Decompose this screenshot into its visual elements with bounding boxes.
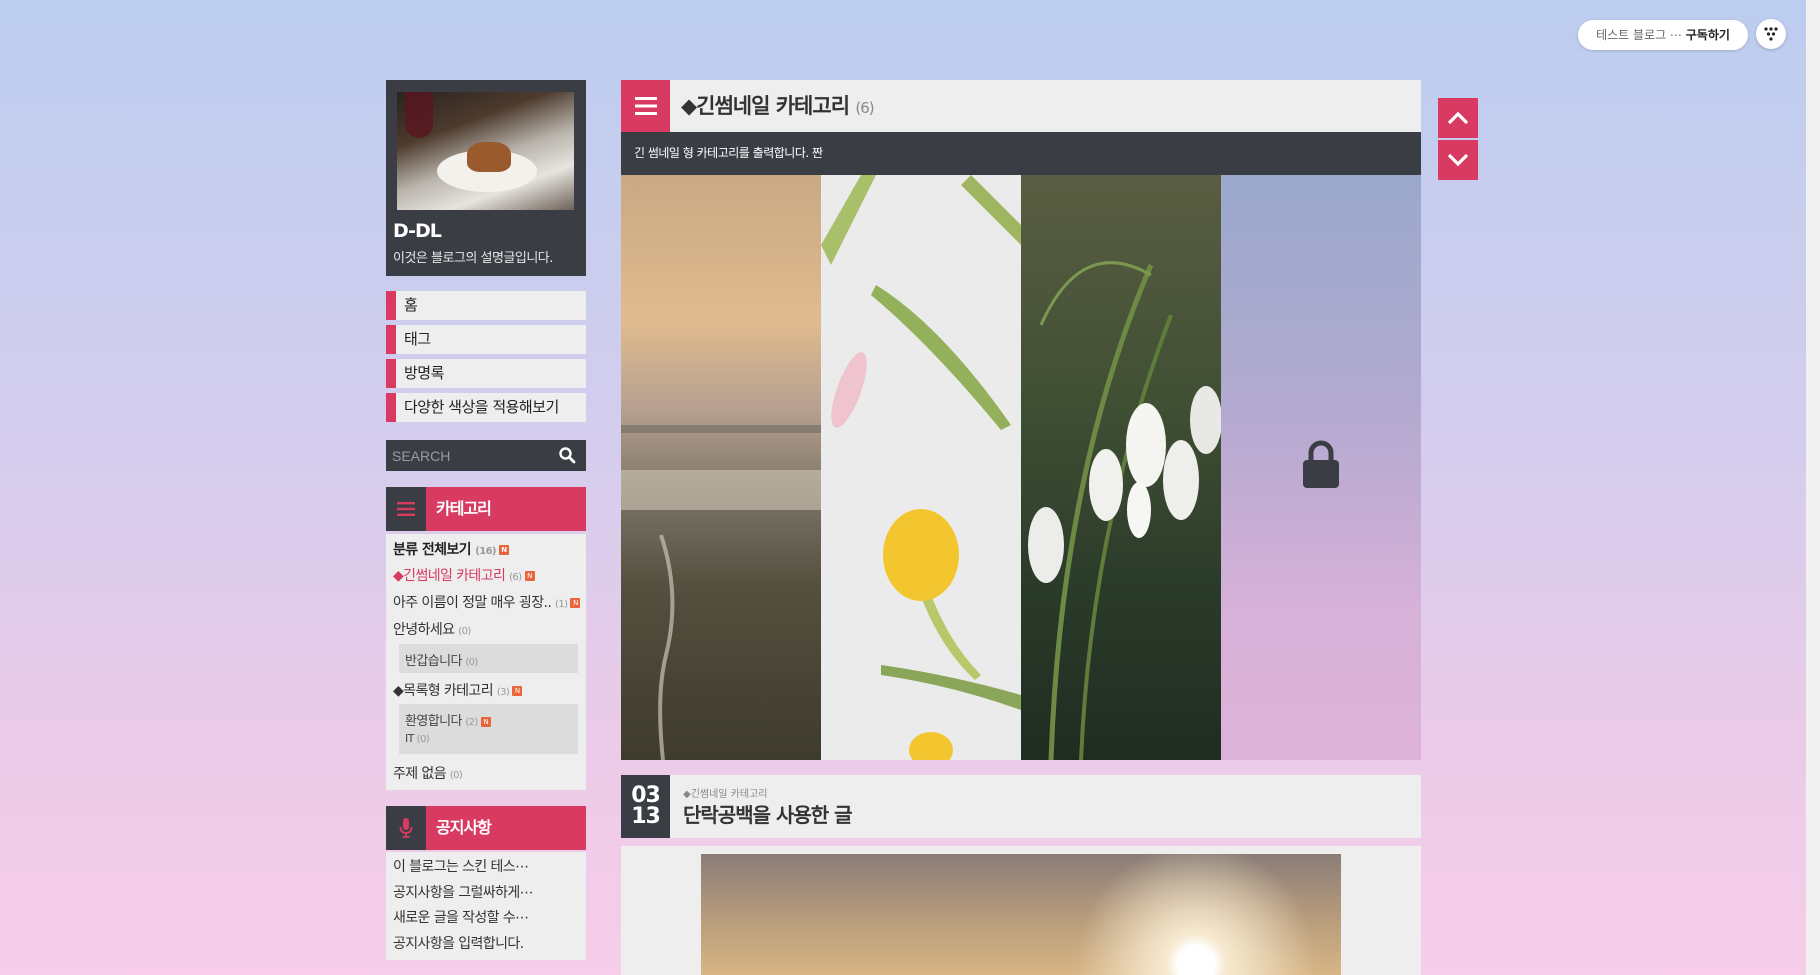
notice-heading: 공지사항 [436, 818, 492, 837]
notice-item[interactable]: 공지사항을 입력합니다. [393, 933, 524, 953]
notice-list: 이 블로그는 스킨 테스⋯ 공지사항을 그럴싸하게⋯ 새로운 글을 작성할 수⋯… [386, 852, 586, 960]
category-item[interactable]: ◆긴썸네일 카테고리 (6) N [393, 565, 535, 585]
category-all[interactable]: 분류 전체보기 (16) N [393, 539, 509, 559]
post-thumbnail[interactable] [621, 175, 821, 760]
dots-menu-icon [1764, 27, 1778, 41]
microphone-icon [399, 818, 413, 838]
category-count: (6) [855, 99, 874, 117]
subcategory-list: 반갑습니다 (0) [399, 644, 578, 673]
hamburger-icon [634, 97, 657, 115]
search-box [386, 440, 586, 471]
category-item[interactable]: 주제 없음 (0) [393, 763, 463, 783]
hamburger-icon [397, 502, 415, 516]
scroll-down-button[interactable] [1438, 140, 1478, 180]
chevron-up-icon [1447, 111, 1469, 125]
post-date: 03 13 [621, 775, 670, 838]
new-badge: N [498, 545, 509, 555]
new-badge: N [480, 716, 491, 727]
subscribe-blog-name: 테스트 블로그 ⋯ [1596, 28, 1682, 42]
blog-profile: D-DL 이것은 블로그의 설명글입니다. [386, 80, 586, 276]
nav-item-colors[interactable]: 다양한 색상을 적용해보기 [386, 393, 586, 422]
page-scrollbar[interactable] [1806, 0, 1820, 975]
category-header: 카테고리 [386, 487, 586, 531]
new-badge: N [524, 571, 535, 581]
profile-image [397, 92, 574, 210]
subscribe-button[interactable]: 테스트 블로그 ⋯ 구독하기 [1578, 20, 1748, 50]
notice-header: 공지사항 [386, 806, 586, 850]
post-image [701, 854, 1341, 975]
post-thumbnail[interactable] [1021, 175, 1221, 760]
thumbnail-grid [621, 175, 1421, 760]
lock-icon [1303, 440, 1339, 488]
category-title-bar: ◆긴썸네일 카테고리 (6) [621, 80, 1421, 132]
category-list: 분류 전체보기 (16) N ◆긴썸네일 카테고리 (6) N 아주 이름이 정말 … [386, 534, 586, 790]
subcategory-item[interactable]: 환영합니다 (2) N [405, 710, 491, 729]
subcategory-item[interactable]: 반갑습니다 (0) [405, 650, 478, 669]
tulip-image [821, 175, 1021, 760]
nav-item-home[interactable]: 홈 [386, 291, 586, 320]
category-description: 긴 썸네일 형 카테고리를 출력합니다. 짠 [621, 132, 1421, 175]
blog-title[interactable]: D-DL [393, 220, 442, 242]
snowdrop-image [1028, 261, 1221, 760]
new-badge: N [512, 686, 523, 696]
subcategory-list: 환영합니다 (2) N IT (0) [399, 704, 578, 754]
notice-item[interactable]: 공지사항을 그럴싸하게⋯ [393, 882, 534, 902]
category-item[interactable]: 아주 이름이 정말 매우 굉장.. (1) N [393, 592, 581, 612]
post-day: 13 [631, 804, 661, 829]
blog-nav: 홈 태그 방명록 다양한 색상을 적용해보기 [386, 291, 586, 427]
page-title: ◆긴썸네일 카테고리 (6) [681, 94, 875, 118]
category-item[interactable]: ◆목록형 카테고리 (3) N [393, 680, 523, 700]
subcategory-item[interactable]: IT (0) [405, 732, 430, 745]
post-category[interactable]: ◆긴썸네일 카테고리 [683, 785, 767, 800]
post-thumbnail[interactable] [821, 175, 1021, 760]
chevron-down-icon [1447, 153, 1469, 167]
search-input[interactable] [392, 446, 542, 465]
app-menu-button[interactable] [1756, 19, 1786, 49]
subscribe-label: 구독하기 [1685, 28, 1730, 42]
search-icon[interactable] [558, 446, 576, 464]
nav-item-tag[interactable]: 태그 [386, 325, 586, 354]
post-title[interactable]: 단락공백을 사용한 글 [683, 799, 853, 828]
nav-item-guestbook[interactable]: 방명록 [386, 359, 586, 388]
scroll-up-button[interactable] [1438, 98, 1478, 138]
category-item[interactable]: 안녕하세요 (0) [393, 619, 471, 639]
notice-item[interactable]: 새로운 글을 작성할 수⋯ [393, 907, 529, 927]
post-thumbnail[interactable] [1221, 175, 1421, 760]
blog-description: 이것은 블로그의 설명글입니다. [393, 251, 553, 266]
notice-item[interactable]: 이 블로그는 스킨 테스⋯ [393, 856, 529, 876]
post-header: 03 13 ◆긴썸네일 카테고리 단락공백을 사용한 글 [621, 775, 1421, 838]
landscape-image [621, 425, 821, 760]
category-heading: 카테고리 [436, 499, 492, 518]
new-badge: N [570, 598, 581, 608]
post-body [621, 846, 1421, 975]
